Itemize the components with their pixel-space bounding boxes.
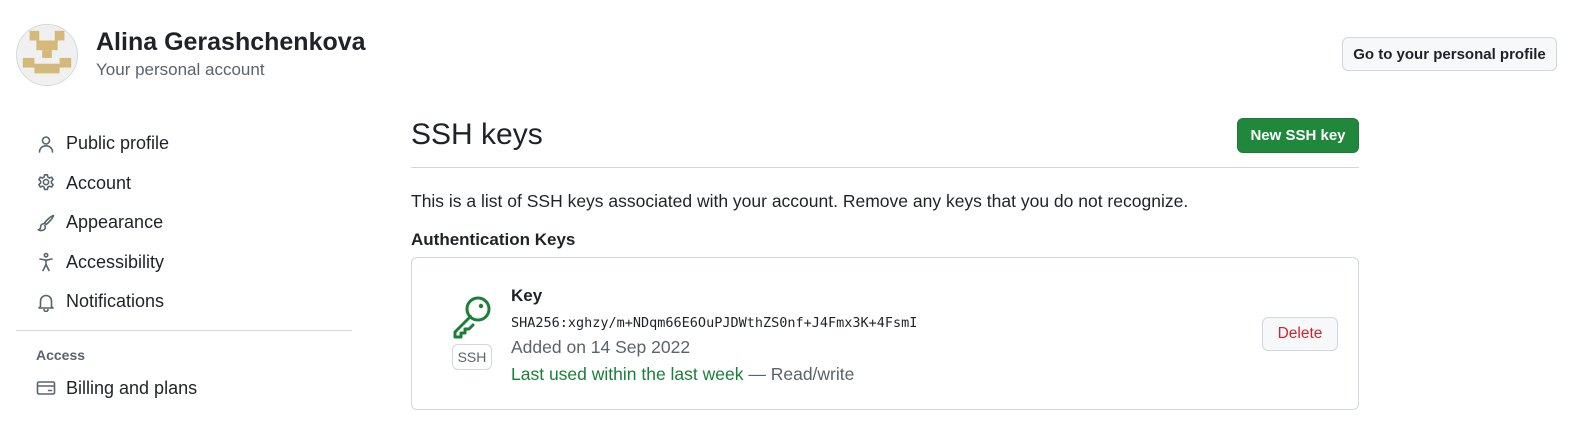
sidebar-item-appearance[interactable]: Appearance [16,203,352,243]
sidebar-divider [16,329,352,331]
sidebar-item-label: Public profile [66,133,170,154]
ssh-key-list-item: SSH Key SHA256:xghzy/m+NDqm66E6OuPJDWthZ… [411,257,1359,410]
go-to-profile-button[interactable]: Go to your personal profile [1342,37,1557,71]
delete-key-button[interactable]: Delete [1262,317,1338,351]
account-name[interactable]: Alina Gerashchenkova [96,28,366,57]
page-title: SSH keys [411,118,543,151]
page-description: This is a list of SSH keys associated wi… [411,191,1189,211]
title-divider [411,167,1359,168]
key-icon [449,294,495,340]
key-title: Key [511,286,543,305]
sidebar-item-label: Appearance [66,212,164,233]
sidebar-item-billing[interactable]: Billing and plans [16,369,352,409]
sidebar-item-label: Billing and plans [66,377,198,398]
sidebar-item-account[interactable]: Account [16,164,352,204]
bell-icon [36,292,56,312]
key-fingerprint: SHA256:xghzy/m+NDqm66E6OuPJDWthZS0nf+J4F… [511,315,918,331]
credit-card-icon [36,378,56,398]
sidebar-item-label: Notifications [66,291,165,312]
settings-sidebar: Public profile Account Appearance Access… [16,124,352,408]
key-added-date: Added on 14 Sep 2022 [511,337,691,357]
sidebar-heading-access: Access [36,346,86,363]
paintbrush-icon [36,213,56,233]
gear-icon [36,173,56,193]
identicon-image [17,25,77,85]
sidebar-item-notifications[interactable]: Notifications [16,282,352,322]
key-access-level: — Read/write [743,364,855,384]
sidebar-item-label: Account [66,172,132,193]
sidebar-item-accessibility[interactable]: Accessibility [16,243,352,283]
key-usage-status: Last used within the last week — Read/wr… [511,364,854,385]
avatar[interactable] [16,24,78,86]
accessibility-icon [36,252,56,272]
section-title-authentication-keys: Authentication Keys [411,230,576,249]
new-ssh-key-button[interactable]: New SSH key [1237,118,1359,153]
sidebar-item-public-profile[interactable]: Public profile [16,124,352,164]
key-type-label: SSH [452,344,492,370]
key-last-used: Last used within the last week [511,364,744,384]
sidebar-item-label: Accessibility [66,251,165,272]
account-subtitle: Your personal account [96,60,265,79]
person-icon [36,134,56,154]
